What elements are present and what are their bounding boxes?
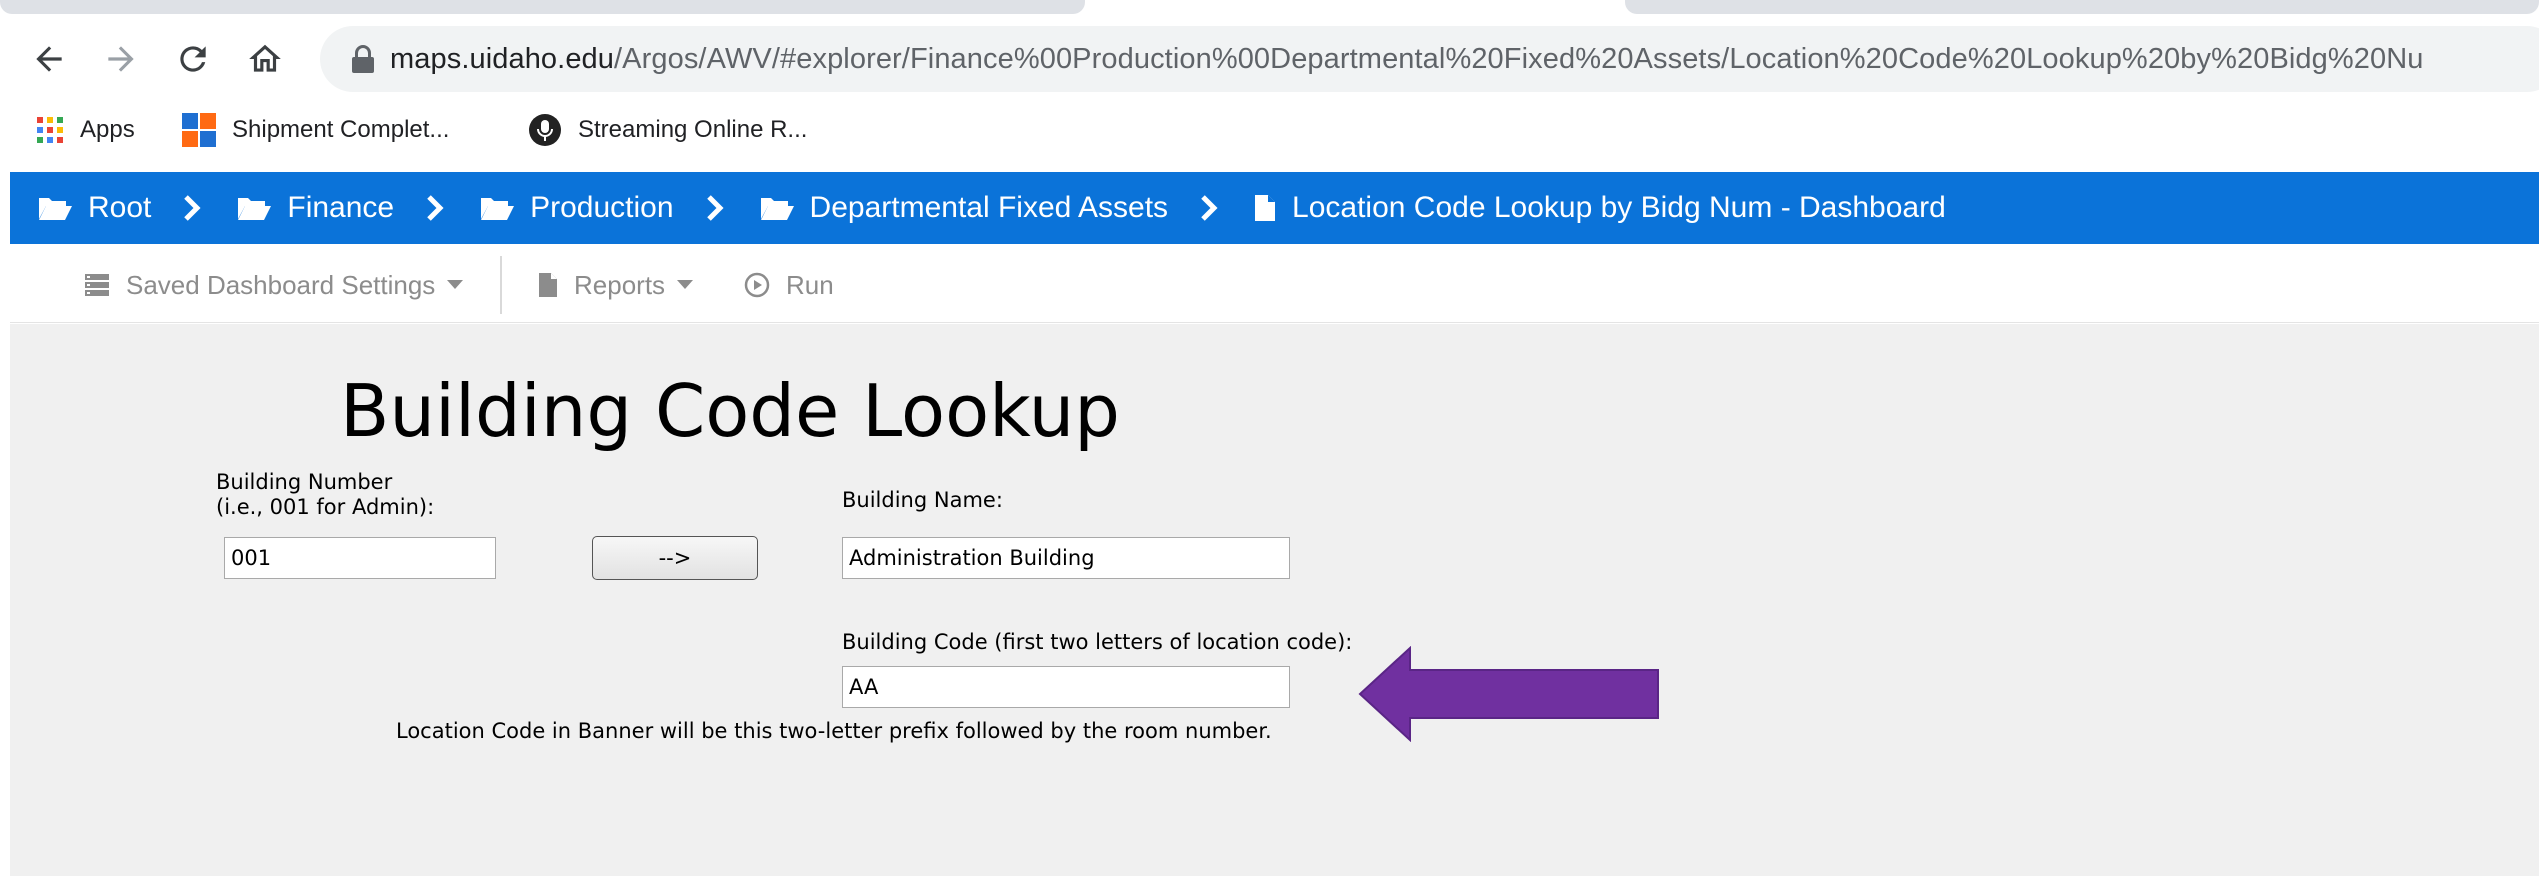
breadcrumb-item-root[interactable]: Root xyxy=(38,172,151,244)
breadcrumb-label: Departmental Fixed Assets xyxy=(809,191,1169,224)
run-label: Run xyxy=(786,269,834,300)
bookmark-shipment[interactable]: Shipment Complet... xyxy=(182,100,449,160)
building-code-field[interactable] xyxy=(842,666,1290,708)
breadcrumb: Root Finance Production Departmental Fix… xyxy=(10,172,2539,244)
file-icon xyxy=(538,272,558,298)
annotation-arrow-icon xyxy=(1358,646,1659,742)
breadcrumb-item-dashboard[interactable]: Location Code Lookup by Bidg Num - Dashb… xyxy=(1254,172,1946,244)
bookmark-label: Shipment Complet... xyxy=(232,116,450,143)
browser-tab-strip xyxy=(0,0,2539,16)
lookup-button[interactable]: --> xyxy=(592,536,758,580)
arrow-right-icon xyxy=(108,46,134,72)
microphone-icon xyxy=(528,113,562,147)
chevron-right-icon xyxy=(706,195,724,221)
breadcrumb-label: Root xyxy=(88,191,152,224)
folder-open-icon xyxy=(237,195,272,221)
breadcrumb-item-departmental-fixed-assets[interactable]: Departmental Fixed Assets xyxy=(760,172,1169,244)
apps-grid-icon xyxy=(36,116,64,144)
reports-label: Reports xyxy=(574,269,666,300)
building-code-label: Building Code (first two letters of loca… xyxy=(842,630,1353,654)
folder-open-icon xyxy=(480,195,515,221)
building-number-label-line2: (i.e., 001 for Admin): xyxy=(216,495,435,519)
folder-open-icon xyxy=(760,195,794,221)
browser-toolbar: maps.uidaho.edu/Argos/AWV/#explorer/Fina… xyxy=(0,18,2539,100)
url-text: maps.uidaho.edu/Argos/AWV/#explorer/Fina… xyxy=(390,26,2424,92)
breadcrumb-item-production[interactable]: Production xyxy=(480,172,674,244)
chevron-right-icon xyxy=(1200,195,1218,221)
screen: maps.uidaho.edu/Argos/AWV/#explorer/Fina… xyxy=(0,0,2539,876)
folder-open-icon xyxy=(38,195,72,221)
file-icon xyxy=(1254,194,1276,222)
caret-down-icon xyxy=(447,280,464,290)
browser-tab[interactable] xyxy=(1625,0,2539,14)
url-host: maps.uidaho.edu xyxy=(390,43,614,75)
building-number-label-line1: Building Number xyxy=(216,470,393,494)
toolbar-divider xyxy=(500,256,502,314)
building-number-input[interactable] xyxy=(224,537,496,579)
breadcrumb-item-finance[interactable]: Finance xyxy=(237,172,394,244)
saved-dashboard-settings-button[interactable]: Saved Dashboard Settings xyxy=(84,248,464,322)
address-bar[interactable]: maps.uidaho.edu/Argos/AWV/#explorer/Fina… xyxy=(320,26,2539,92)
forward-button[interactable] xyxy=(98,36,144,82)
bookmarks-bar: Apps Shipment Complet... Streaming Onlin… xyxy=(0,100,2539,160)
shipment-logo-icon xyxy=(182,113,216,147)
chevron-right-icon xyxy=(426,195,444,221)
run-button[interactable]: Run xyxy=(744,248,834,322)
building-name-field[interactable] xyxy=(842,537,1290,579)
bookmark-label: Streaming Online R... xyxy=(578,116,808,143)
reload-icon xyxy=(180,46,206,72)
dashboard-canvas: Building Code Lookup Building Number (i.… xyxy=(10,324,2539,876)
reload-button[interactable] xyxy=(170,36,216,82)
building-number-label: Building Number (i.e., 001 for Admin): xyxy=(216,470,434,520)
chevron-right-icon xyxy=(183,195,201,221)
reports-button[interactable]: Reports xyxy=(538,248,694,322)
breadcrumb-label: Finance xyxy=(287,191,395,224)
caret-down-icon xyxy=(677,280,694,290)
page-title: Building Code Lookup xyxy=(340,369,1120,453)
dashboard-toolbar: Saved Dashboard Settings Reports Run xyxy=(10,248,2539,323)
bookmark-apps[interactable]: Apps xyxy=(36,100,135,160)
saved-dashboard-settings-label: Saved Dashboard Settings xyxy=(126,269,436,300)
database-icon xyxy=(84,273,110,297)
location-code-note: Location Code in Banner will be this two… xyxy=(396,719,1272,743)
home-icon xyxy=(249,44,281,72)
building-name-label: Building Name: xyxy=(842,488,1003,512)
back-button[interactable] xyxy=(26,36,72,82)
lock-icon xyxy=(352,45,374,73)
bookmark-streaming[interactable]: Streaming Online R... xyxy=(528,100,807,160)
play-circle-icon xyxy=(744,272,770,298)
bookmark-label: Apps xyxy=(80,116,135,143)
browser-tab[interactable] xyxy=(0,0,1085,14)
arrow-left-icon xyxy=(36,46,62,72)
breadcrumb-label: Production xyxy=(530,191,674,224)
home-button[interactable] xyxy=(242,36,288,82)
breadcrumb-label: Location Code Lookup by Bidg Num - Dashb… xyxy=(1292,191,1946,224)
url-path: /Argos/AWV/#explorer/Finance%00Productio… xyxy=(614,43,2424,75)
